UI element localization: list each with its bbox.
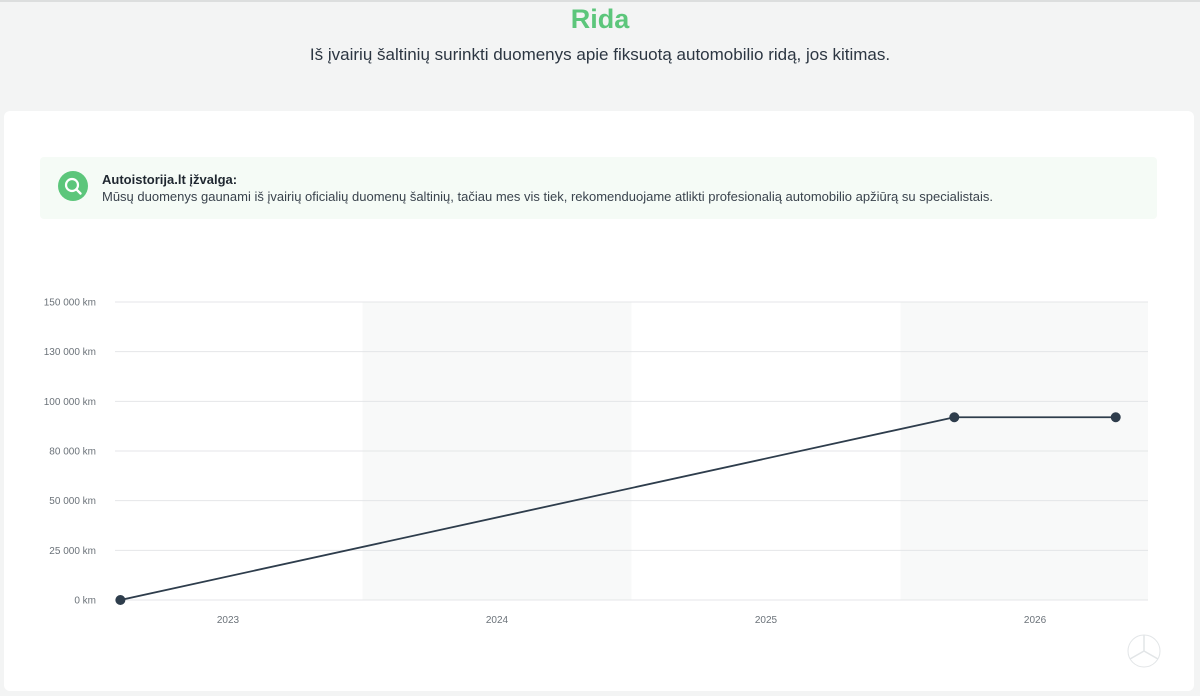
y-tick-label: 25 000 km	[49, 546, 96, 557]
y-tick-label: 100 000 km	[44, 397, 96, 408]
x-tick-label: 2023	[217, 615, 240, 626]
y-tick-label: 80 000 km	[49, 447, 96, 458]
x-tick-label: 2026	[1024, 615, 1047, 626]
y-tick-label: 150 000 km	[44, 298, 96, 309]
y-tick-label: 50 000 km	[49, 496, 96, 507]
x-tick-label: 2025	[755, 615, 778, 626]
y-tick-label: 130 000 km	[44, 347, 96, 358]
y-tick-label: 0 km	[74, 596, 96, 607]
logo-mark-icon	[1127, 634, 1161, 668]
x-tick-label: 2024	[486, 615, 509, 626]
mileage-chart: 0 km 25 000 km 50 000 km 80 000 km 100 000 k…	[44, 298, 1148, 626]
data-point	[949, 412, 960, 423]
data-point	[1110, 412, 1121, 423]
data-point	[115, 595, 126, 605]
